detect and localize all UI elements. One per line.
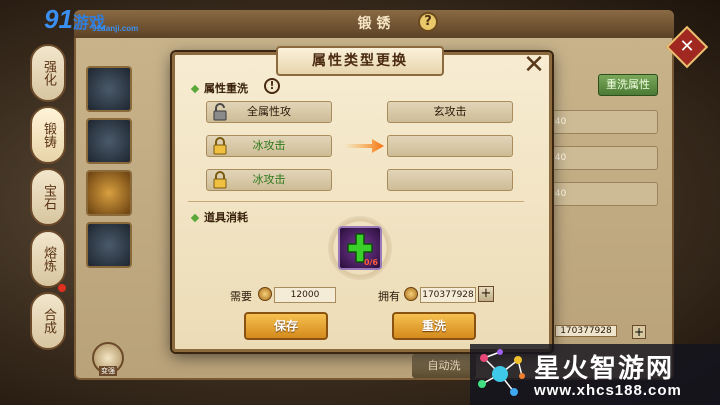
network-logo-icon xyxy=(474,348,526,400)
bg-add-button[interactable]: + xyxy=(632,325,646,339)
attribute-bar: 140 xyxy=(540,110,658,134)
attribute-change-dialog xyxy=(172,52,552,352)
attr-left-3[interactable]: 冰攻击 xyxy=(206,169,332,191)
rewash-button[interactable]: 重洗 xyxy=(392,312,476,340)
unlocked-padlock-icon[interactable] xyxy=(211,103,229,121)
attr-left-1[interactable]: 全属性攻 xyxy=(206,101,332,123)
rewash-attributes-button[interactable]: 重洗属性 xyxy=(598,74,658,96)
section-items-label: 道具消耗 xyxy=(190,209,248,225)
need-value: 12000 xyxy=(274,287,336,303)
own-label: 拥有 xyxy=(378,290,400,303)
tab-gem[interactable]: 宝石 xyxy=(30,168,66,226)
attr-right-2 xyxy=(387,135,513,157)
help-icon[interactable]: ? xyxy=(418,12,438,32)
attr-right-1: 玄攻击 xyxy=(387,101,513,123)
coin-icon xyxy=(404,287,418,301)
watermark-title: 星火智游网 xyxy=(534,354,675,384)
attr-left-2[interactable]: 冰攻击 xyxy=(206,135,332,157)
tab-strengthen[interactable]: 强化 xyxy=(30,44,66,102)
consumable-item-slot[interactable]: 0/6 xyxy=(338,226,382,270)
attr-right-3 xyxy=(387,169,513,191)
window-title: 锻 锈 xyxy=(74,10,674,38)
notification-dot xyxy=(58,284,66,292)
watermark-url: www.xhcs188.com xyxy=(534,382,682,399)
bottom-shortcut-label: 变强 xyxy=(99,366,117,376)
attribute-bar: 140 xyxy=(540,146,658,170)
auto-wash-button[interactable]: 自动洗 xyxy=(412,354,476,378)
diamond-bullet-icon xyxy=(190,213,200,223)
equip-slot-belt[interactable] xyxy=(86,170,132,216)
left-tabs: 强化 锻铸 宝石 熔炼 合成 xyxy=(30,44,70,354)
add-currency-button[interactable]: + xyxy=(478,286,494,302)
coin-icon xyxy=(258,287,272,301)
arrow-right-icon xyxy=(344,138,384,153)
section-divider xyxy=(188,201,524,202)
watermark: 星火智游网 www.xhcs188.com xyxy=(470,344,720,405)
locked-padlock-icon[interactable] xyxy=(211,137,229,155)
close-icon: ✕ xyxy=(679,36,695,57)
diamond-bullet-icon xyxy=(190,84,200,94)
tab-compose[interactable]: 合成 xyxy=(30,292,66,350)
locked-padlock-icon[interactable] xyxy=(211,171,229,189)
need-label: 需要 xyxy=(230,290,252,303)
equip-slot-boots[interactable] xyxy=(86,222,132,268)
info-warning-icon[interactable]: ! xyxy=(264,78,280,94)
section-rewash-label: 属性重洗 xyxy=(190,80,248,96)
dialog-title: 属性类型更换 xyxy=(276,46,444,76)
equip-slot-armor[interactable] xyxy=(86,118,132,164)
item-count: 0/6 xyxy=(363,258,378,267)
dialog-close-button[interactable]: ✕ xyxy=(522,52,546,78)
attribute-bar: 140 xyxy=(540,182,658,206)
own-value: 170377928 xyxy=(420,287,476,303)
equip-slot-necklace[interactable] xyxy=(86,66,132,112)
save-button[interactable]: 保存 xyxy=(244,312,328,340)
tab-smelt[interactable]: 熔炼 xyxy=(30,230,66,288)
site-logo: 91游戏 91danji.com xyxy=(44,4,139,34)
equipment-list xyxy=(86,66,132,274)
tab-forge[interactable]: 锻铸 xyxy=(30,106,66,164)
bg-own-value: 170377928 xyxy=(555,325,617,337)
